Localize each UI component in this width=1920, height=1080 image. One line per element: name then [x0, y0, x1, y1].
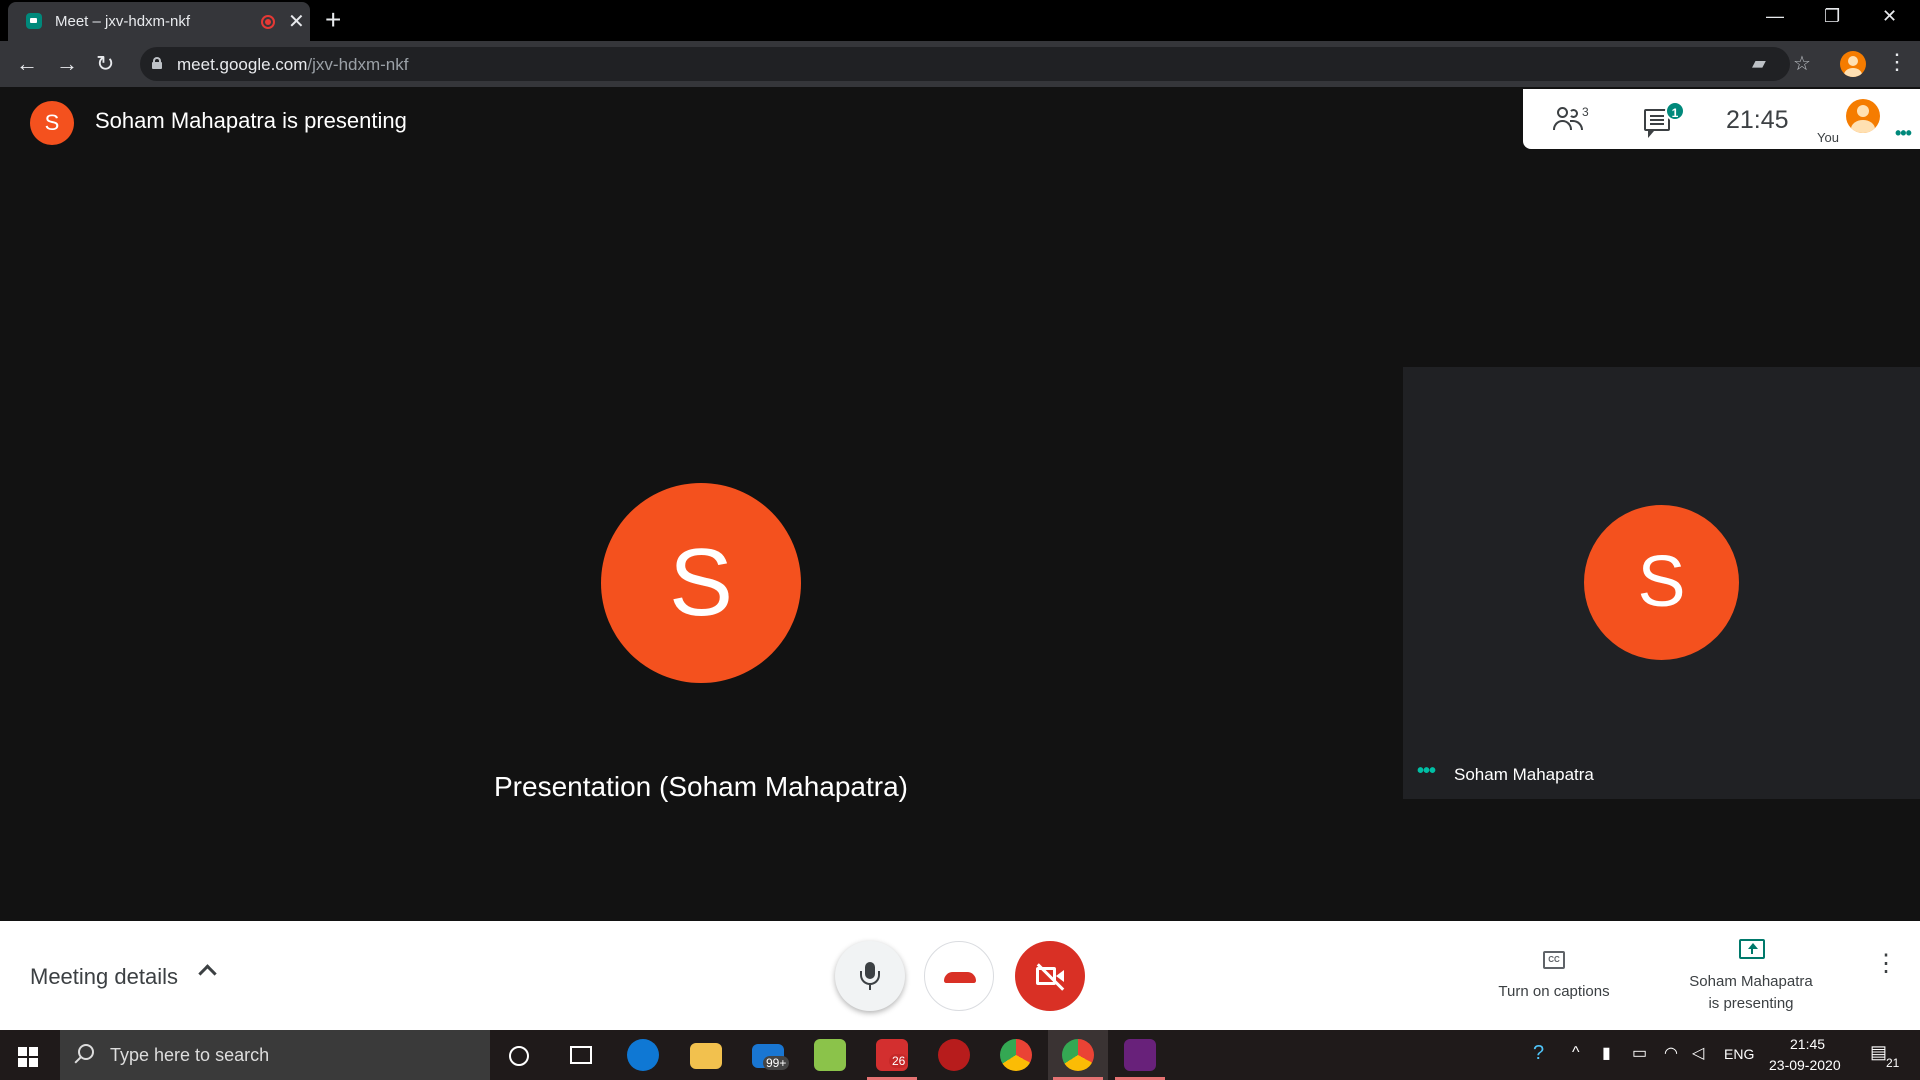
- main-tile-avatar: S: [601, 483, 801, 683]
- camera-blocked-icon[interactable]: ▰: [1752, 53, 1766, 74]
- participant-name: Soham Mahapatra: [1454, 765, 1594, 784]
- tab-title: Meet – jxv-hdxm-nkf: [55, 13, 191, 30]
- camera-toggle-button[interactable]: [1015, 941, 1085, 1011]
- chrome-icon[interactable]: [1000, 1039, 1032, 1071]
- chrome-profile-icon[interactable]: [1062, 1039, 1094, 1071]
- photos-icon[interactable]: [814, 1039, 846, 1071]
- clock-date[interactable]: 23-09-2020: [1769, 1057, 1841, 1073]
- self-audio-indicator-icon: •••: [1895, 123, 1912, 143]
- tab-close-icon[interactable]: ✕: [288, 9, 305, 34]
- leave-call-button[interactable]: [924, 941, 994, 1011]
- meet-stage: S Soham Mahapatra is presenting 3 1 21:4…: [0, 87, 1920, 921]
- meeting-time: 21:45: [1726, 106, 1789, 134]
- chat-badge: 1: [1665, 101, 1685, 121]
- meet-favicon-icon: [26, 13, 42, 29]
- clock-time[interactable]: 21:45: [1790, 1036, 1825, 1052]
- close-window-button[interactable]: ✕: [1882, 6, 1897, 27]
- reload-button[interactable]: ↻: [96, 51, 114, 77]
- search-placeholder: Type here to search: [110, 1045, 270, 1065]
- chevron-up-icon[interactable]: [198, 964, 217, 983]
- help-icon[interactable]: ?: [1533, 1042, 1544, 1065]
- profile-avatar[interactable]: [1840, 51, 1866, 77]
- taskbar-search[interactable]: Type here to search: [60, 1030, 490, 1080]
- url-text[interactable]: meet.google.com/jxv-hdxm-nkf: [177, 55, 408, 75]
- more-options-icon[interactable]: ⋮: [1874, 952, 1898, 976]
- whatsapp-badge: 26: [889, 1054, 909, 1068]
- self-label: You: [1817, 130, 1839, 145]
- mail-badge: 99+: [763, 1056, 790, 1070]
- participant-tile[interactable]: S ••• Soham Mahapatra: [1403, 367, 1920, 799]
- microphone-tray-icon[interactable]: ▮: [1602, 1043, 1611, 1063]
- antivirus-icon[interactable]: [938, 1039, 970, 1071]
- people-count: 3: [1582, 105, 1589, 119]
- volume-icon[interactable]: ◁: [1692, 1043, 1704, 1063]
- participant-avatar: S: [1584, 505, 1739, 660]
- restore-button[interactable]: ❐: [1824, 6, 1840, 27]
- address-bar[interactable]: meet.google.com/jxv-hdxm-nkf ▰: [140, 47, 1790, 81]
- bookmark-star-icon[interactable]: ☆: [1793, 51, 1811, 76]
- wifi-icon[interactable]: ◠: [1664, 1043, 1678, 1063]
- presenter-banner: Soham Mahapatra is presenting: [95, 108, 407, 133]
- browser-menu-icon[interactable]: ⋮: [1886, 47, 1908, 77]
- main-tile-caption: Presentation (Soham Mahapatra): [494, 771, 908, 802]
- presenter-avatar: S: [30, 101, 74, 145]
- cortana-icon[interactable]: [509, 1046, 529, 1066]
- lock-icon[interactable]: [152, 57, 162, 69]
- meet-controls-bar: Meeting details CC Turn on captions Soha…: [0, 921, 1920, 1030]
- microphone-button[interactable]: [835, 941, 905, 1011]
- captions-icon[interactable]: CC: [1543, 951, 1565, 969]
- search-icon: [78, 1044, 94, 1060]
- back-button[interactable]: ←: [16, 51, 38, 77]
- captions-button-label[interactable]: Turn on captions: [1488, 983, 1620, 1000]
- windows-taskbar: Type here to search 99+ 26 ? ^ ▮ ▭ ◠ ◁ E…: [0, 1030, 1920, 1080]
- self-avatar[interactable]: [1846, 99, 1880, 133]
- browser-tab[interactable]: Meet – jxv-hdxm-nkf ✕: [8, 2, 310, 41]
- windows-start-icon[interactable]: [18, 1047, 38, 1067]
- new-tab-button[interactable]: +: [325, 4, 341, 36]
- meeting-info-panel: 3 1 21:45 You •••: [1523, 89, 1920, 149]
- notification-icon[interactable]: ▤: [1870, 1042, 1887, 1063]
- recording-indicator-icon: [261, 15, 275, 29]
- battery-icon[interactable]: ▭: [1632, 1043, 1647, 1063]
- audio-indicator-icon: •••: [1417, 760, 1436, 782]
- browser-toolbar: ← → ↻ meet.google.com/jxv-hdxm-nkf ▰ ☆ ⋮: [0, 41, 1920, 87]
- task-view-icon[interactable]: [570, 1046, 592, 1064]
- present-screen-icon[interactable]: [1739, 939, 1765, 959]
- minimize-button[interactable]: —: [1766, 6, 1784, 27]
- visual-studio-icon[interactable]: [1124, 1039, 1156, 1071]
- file-explorer-icon[interactable]: [690, 1043, 722, 1069]
- edge-icon[interactable]: [627, 1039, 659, 1071]
- browser-titlebar: Meet – jxv-hdxm-nkf ✕ + — ❐ ✕: [0, 0, 1920, 41]
- meeting-details-button[interactable]: Meeting details: [30, 964, 178, 990]
- hang-up-icon: [944, 972, 976, 983]
- notification-count: 21: [1886, 1056, 1900, 1070]
- presenting-button-label[interactable]: Soham Mahapatra is presenting: [1660, 971, 1842, 1015]
- language-indicator[interactable]: ENG: [1724, 1046, 1754, 1062]
- chevron-up-icon[interactable]: ^: [1572, 1044, 1580, 1062]
- forward-button[interactable]: →: [56, 51, 78, 77]
